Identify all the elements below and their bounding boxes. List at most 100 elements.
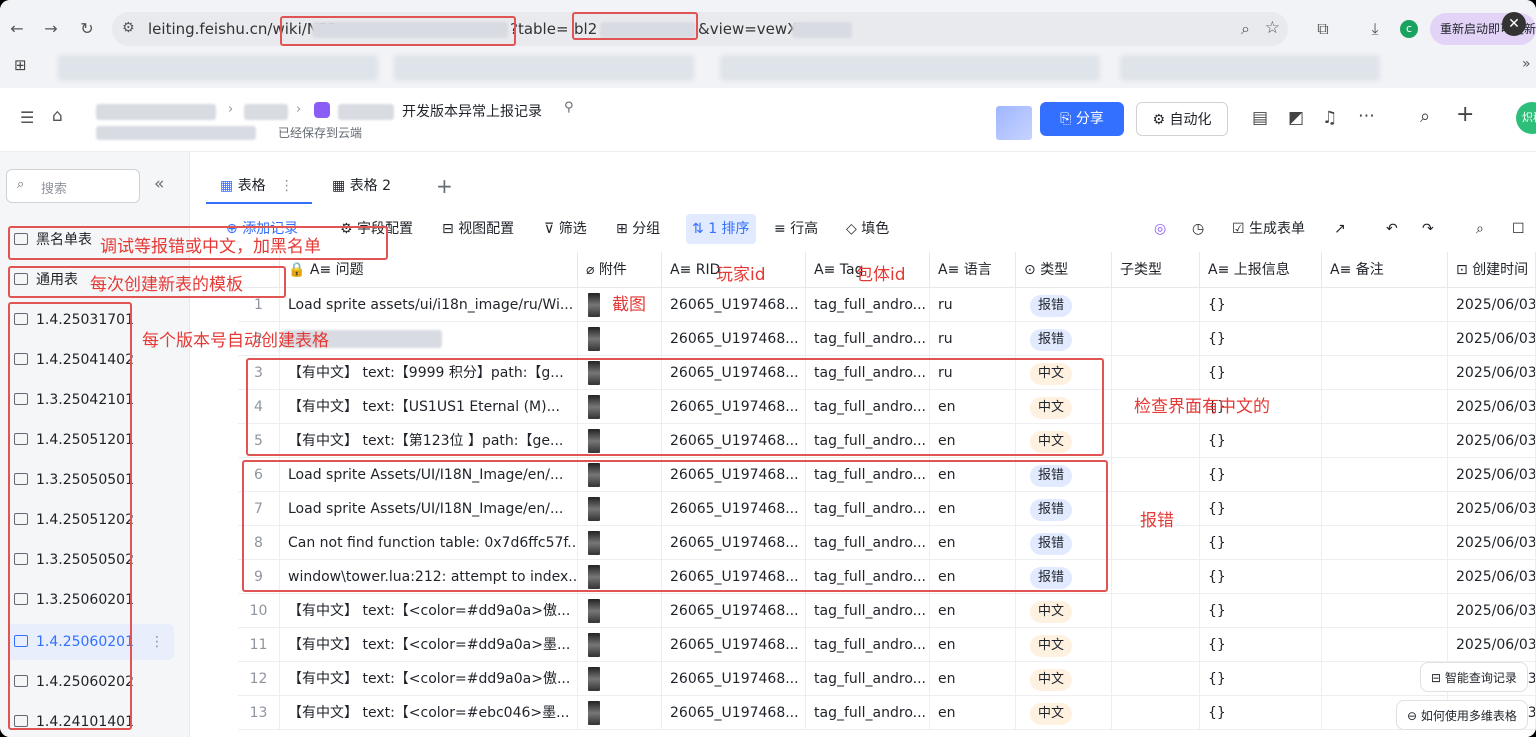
- cell-subtype[interactable]: [1112, 288, 1200, 322]
- cell-report[interactable]: {}: [1200, 356, 1322, 390]
- ai-icon[interactable]: ◎: [1154, 214, 1166, 244]
- cell-note[interactable]: [1322, 288, 1448, 322]
- col-header-report[interactable]: A≡ 上报信息: [1200, 252, 1322, 288]
- cell-rid[interactable]: 26065_U197468...: [662, 628, 806, 662]
- cell-lang[interactable]: en: [930, 594, 1016, 628]
- cell-note[interactable]: [1322, 458, 1448, 492]
- cell-question[interactable]: Load sprite assets/ui/i18n_image/ru/Wi..…: [280, 288, 578, 322]
- cell-lang[interactable]: ru: [930, 288, 1016, 322]
- row-number[interactable]: 11: [238, 628, 280, 662]
- forward-icon[interactable]: →: [40, 18, 62, 40]
- cell-note[interactable]: [1322, 560, 1448, 594]
- cell-note[interactable]: [1322, 322, 1448, 356]
- screenshot-thumbnail[interactable]: [588, 701, 600, 725]
- cell-report[interactable]: {}: [1200, 288, 1322, 322]
- apps-icon[interactable]: ⊞: [14, 56, 27, 74]
- collapse-icon[interactable]: «: [154, 174, 164, 194]
- cell-created[interactable]: 2025/06/03: [1448, 390, 1536, 424]
- row-height-button[interactable]: ≡ 行高: [774, 214, 818, 244]
- row-number[interactable]: 13: [238, 696, 280, 730]
- screenshot-thumbnail[interactable]: [588, 327, 600, 351]
- cell-lang[interactable]: en: [930, 628, 1016, 662]
- screenshot-thumbnail[interactable]: [588, 667, 600, 691]
- cell-type[interactable]: 报错: [1016, 322, 1112, 356]
- cell-type[interactable]: 中文: [1016, 662, 1112, 696]
- cell-report[interactable]: {}: [1200, 594, 1322, 628]
- cell-created[interactable]: 2025/06/03: [1448, 288, 1536, 322]
- col-header-lang[interactable]: A≡ 语言: [930, 252, 1016, 288]
- col-header-attachment[interactable]: ⌀ 附件: [578, 252, 662, 288]
- cell-type[interactable]: 中文: [1016, 594, 1112, 628]
- cell-attachment[interactable]: [578, 662, 662, 696]
- cell-rid[interactable]: 26065_U197468...: [662, 662, 806, 696]
- screenshot-thumbnail[interactable]: [588, 293, 600, 317]
- extensions-icon[interactable]: ⧉: [1312, 18, 1334, 40]
- cell-subtype[interactable]: [1112, 696, 1200, 730]
- col-header-subtype[interactable]: 子类型: [1112, 252, 1200, 288]
- cell-subtype[interactable]: [1112, 526, 1200, 560]
- cell-type[interactable]: 中文: [1016, 696, 1112, 730]
- doc-title[interactable]: 开发版本异常上报记录: [402, 101, 542, 121]
- cell-report[interactable]: {}: [1200, 560, 1322, 594]
- cell-created[interactable]: 2025/06/03: [1448, 356, 1536, 390]
- cell-created[interactable]: 2025/06/03: [1448, 594, 1536, 628]
- cell-question[interactable]: 【有中文】 text:【<color=#dd9a0a>傲...: [280, 662, 578, 696]
- sort-button[interactable]: ⇅ 1 排序: [686, 214, 756, 244]
- redo-icon[interactable]: ↷: [1422, 214, 1434, 244]
- outline-icon[interactable]: ☰: [20, 108, 34, 127]
- cell-report[interactable]: {}: [1200, 458, 1322, 492]
- cell-subtype[interactable]: [1112, 594, 1200, 628]
- cell-subtype[interactable]: [1112, 424, 1200, 458]
- avatar[interactable]: 炽稻: [1516, 102, 1536, 134]
- gen-form-button[interactable]: ☑ 生成表单: [1232, 214, 1305, 244]
- cell-subtype[interactable]: [1112, 356, 1200, 390]
- download-icon[interactable]: ⤓: [1364, 18, 1386, 40]
- cell-question[interactable]: 【有中文】 text:【<color=#dd9a0a>傲...: [280, 594, 578, 628]
- cell-subtype[interactable]: [1112, 458, 1200, 492]
- search-icon[interactable]: ⌕: [1420, 106, 1430, 127]
- cell-tag[interactable]: tag_full_andro...: [806, 288, 930, 322]
- cell-report[interactable]: {}: [1200, 696, 1322, 730]
- cell-created[interactable]: 2025/06/03: [1448, 492, 1536, 526]
- more-icon[interactable]: ⋯: [1358, 106, 1375, 126]
- more-bookmarks-icon[interactable]: »: [1522, 56, 1531, 72]
- cell-created[interactable]: 2025/06/03: [1448, 458, 1536, 492]
- cell-tag[interactable]: tag_full_andro...: [806, 594, 930, 628]
- cell-tag[interactable]: tag_full_andro...: [806, 628, 930, 662]
- cell-rid[interactable]: 26065_U197468...: [662, 594, 806, 628]
- undo-icon[interactable]: ↶: [1386, 214, 1398, 244]
- cell-report[interactable]: {}: [1200, 492, 1322, 526]
- cell-tag[interactable]: tag_full_andro...: [806, 662, 930, 696]
- bell-icon[interactable]: ♫: [1322, 108, 1337, 128]
- star-icon[interactable]: ☆: [1265, 18, 1280, 38]
- screenshot-thumbnail[interactable]: [588, 633, 600, 657]
- add-tab-icon[interactable]: +: [436, 170, 453, 202]
- cell-rid[interactable]: 26065_U197468...: [662, 288, 806, 322]
- comment-icon[interactable]: ☐: [1512, 214, 1525, 244]
- cell-subtype[interactable]: [1112, 628, 1200, 662]
- filter-button[interactable]: ⊽ 筛选: [544, 214, 587, 244]
- cell-rid[interactable]: 26065_U197468...: [662, 322, 806, 356]
- plugin-icon[interactable]: ◩: [1288, 108, 1304, 128]
- share-button[interactable]: ⎘ 分享: [1040, 102, 1124, 136]
- search-input[interactable]: ⌕ 搜索: [6, 169, 140, 203]
- cell-type[interactable]: 报错: [1016, 288, 1112, 322]
- back-icon[interactable]: ←: [6, 18, 28, 40]
- col-header-type[interactable]: ⊙ 类型: [1016, 252, 1112, 288]
- cell-created[interactable]: 2025/06/03: [1448, 322, 1536, 356]
- cell-created[interactable]: 2025/06/03: [1448, 424, 1536, 458]
- cell-attachment[interactable]: [578, 594, 662, 628]
- cell-note[interactable]: [1322, 424, 1448, 458]
- cell-created[interactable]: 2025/06/03: [1448, 560, 1536, 594]
- cell-note[interactable]: [1322, 390, 1448, 424]
- col-header-created[interactable]: ⊡ 创建时间: [1448, 252, 1536, 288]
- cell-question[interactable]: 【有中文】 text:【<color=#dd9a0a>墨...: [280, 628, 578, 662]
- cell-attachment[interactable]: [578, 696, 662, 730]
- cell-question[interactable]: 【有中文】 text:【<color=#ebc046>墨...: [280, 696, 578, 730]
- plus-icon[interactable]: +: [1456, 102, 1474, 127]
- zoom-icon[interactable]: ⌕: [1241, 19, 1250, 39]
- close-icon[interactable]: ✕: [1502, 12, 1526, 36]
- cell-subtype[interactable]: [1112, 662, 1200, 696]
- cell-type[interactable]: 中文: [1016, 628, 1112, 662]
- cell-attachment[interactable]: [578, 628, 662, 662]
